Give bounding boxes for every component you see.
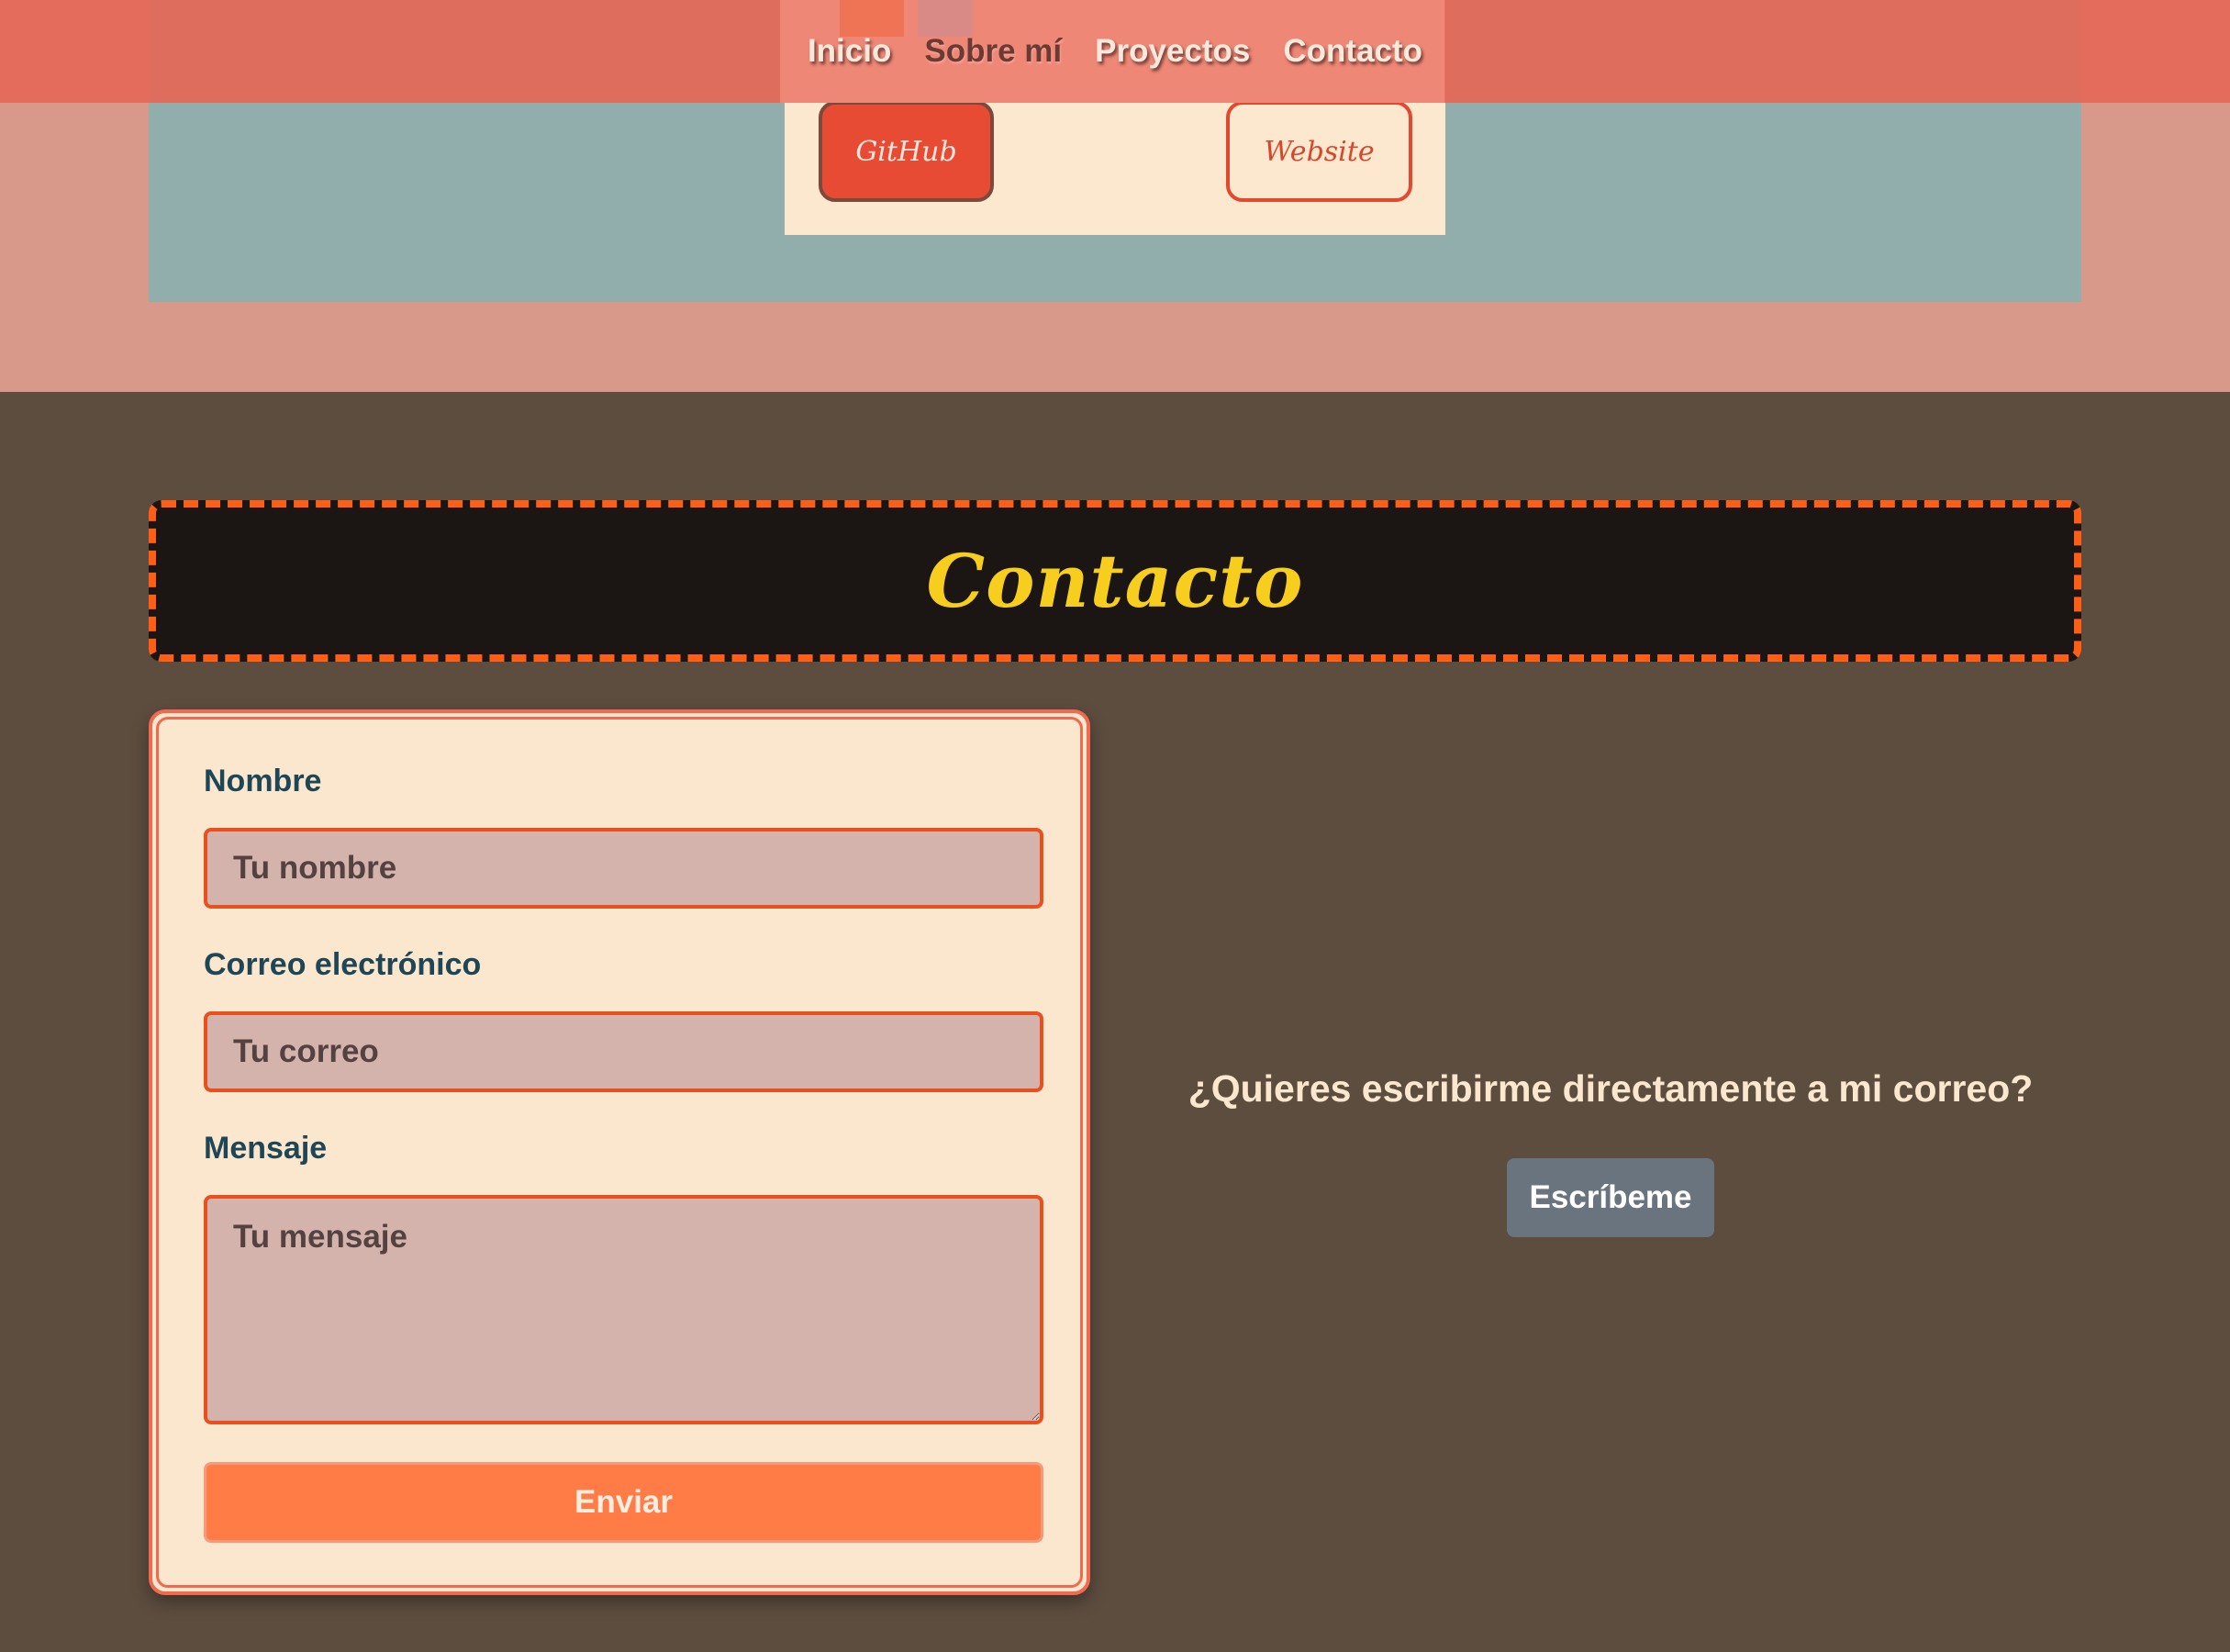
website-button[interactable]: Website	[1226, 101, 1412, 202]
nav-links: Inicio Sobre mí Proyectos Contacto	[0, 0, 2230, 103]
nav-link-contacto[interactable]: Contacto	[1283, 33, 1422, 70]
nav-link-sobre-mi[interactable]: Sobre mí	[924, 33, 1062, 70]
nav-link-proyectos[interactable]: Proyectos	[1095, 33, 1250, 70]
submit-button[interactable]: Enviar	[204, 1462, 1043, 1543]
contact-title: Contacto	[926, 538, 1304, 624]
nav-link-inicio[interactable]: Inicio	[808, 33, 891, 70]
write-me-button[interactable]: Escríbeme	[1507, 1158, 1714, 1237]
name-input[interactable]	[204, 828, 1043, 909]
name-label: Nombre	[204, 764, 322, 798]
navbar: Inicio Sobre mí Proyectos Contacto	[0, 0, 2230, 103]
message-label: Mensaje	[204, 1131, 328, 1166]
contact-banner: Contacto	[149, 500, 2081, 662]
github-button[interactable]: GitHub	[819, 101, 994, 202]
email-input[interactable]	[204, 1011, 1043, 1092]
email-label: Correo electrónico	[204, 947, 482, 982]
direct-email-question: ¿Quieres escribirme directamente a mi co…	[1187, 1067, 2034, 1110]
message-textarea[interactable]	[204, 1195, 1043, 1424]
contact-form: Nombre Correo electrónico Mensaje Enviar	[149, 709, 1090, 1595]
